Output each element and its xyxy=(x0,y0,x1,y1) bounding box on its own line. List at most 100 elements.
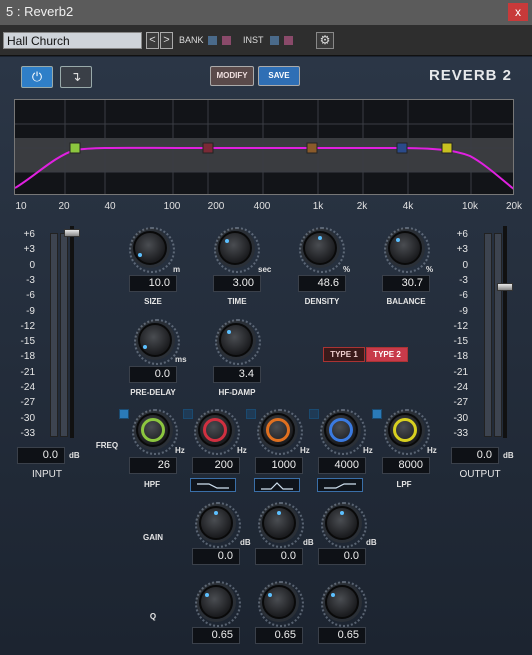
band1-freq-knob[interactable] xyxy=(194,409,240,455)
gear-icon[interactable]: ⚙ xyxy=(316,32,334,49)
freq-label-40: 40 xyxy=(104,201,116,212)
output-scale-label: -18 xyxy=(453,351,468,363)
band1-shape-button[interactable] xyxy=(190,478,236,492)
band2-freq-value[interactable]: 1000 xyxy=(255,457,303,474)
output-fader-track[interactable] xyxy=(503,226,507,438)
eq-node-hpf xyxy=(69,142,81,154)
predelay-value[interactable]: 0.0 xyxy=(129,366,177,383)
type2-button[interactable]: TYPE 2 xyxy=(366,347,408,362)
next-preset-button[interactable]: > xyxy=(160,32,173,49)
output-scale-label: -12 xyxy=(453,320,468,332)
band1-q-knob[interactable] xyxy=(195,581,241,627)
input-fader-handle[interactable] xyxy=(64,229,80,237)
balance-value[interactable]: 30.7 xyxy=(382,275,430,292)
band3-gain-value[interactable]: 0.0 xyxy=(318,548,366,565)
band2-freq-knob[interactable] xyxy=(257,409,303,455)
output-fader-handle[interactable] xyxy=(497,283,513,291)
inst-indicator-a[interactable] xyxy=(270,36,279,45)
output-value[interactable]: 0.0 xyxy=(451,447,499,464)
freq-label-1k: 1k xyxy=(312,201,324,212)
band1-gain-knob[interactable] xyxy=(195,502,241,548)
band3-shape-button[interactable] xyxy=(317,478,363,492)
lpf-freq-knob[interactable] xyxy=(384,409,430,455)
input-label: INPUT xyxy=(32,469,62,480)
time-value[interactable]: 3.00 xyxy=(213,275,261,292)
output-scale-label: -15 xyxy=(453,336,468,348)
power-icon[interactable]: ⏻ xyxy=(21,66,53,88)
input-scale-label: -15 xyxy=(20,336,35,348)
band3-gain-knob[interactable] xyxy=(321,502,367,548)
hfdamp-value[interactable]: 3.4 xyxy=(213,366,261,383)
hfdamp-label: HF-DAMP xyxy=(218,388,256,397)
modify-button[interactable]: MODIFY xyxy=(210,66,254,86)
output-scale-label: -3 xyxy=(459,274,468,286)
input-scale-label: +3 xyxy=(23,244,35,256)
output-scale-label: -24 xyxy=(453,382,468,393)
density-knob[interactable] xyxy=(299,227,345,273)
eq-band-shade xyxy=(15,138,513,172)
size-value[interactable]: 10.0 xyxy=(129,275,177,292)
band2-q-knob[interactable] xyxy=(258,581,304,627)
input-value[interactable]: 0.0 xyxy=(17,447,65,464)
hpf-freq-value[interactable]: 26 xyxy=(129,457,177,474)
lpf-freq-value[interactable]: 8000 xyxy=(382,457,430,474)
close-button[interactable]: x xyxy=(508,3,528,21)
input-scale-label: -24 xyxy=(20,382,35,393)
eq-graph[interactable] xyxy=(14,99,514,195)
freq-label-400: 400 xyxy=(253,201,271,212)
freq-row-label: FREQ xyxy=(95,441,119,450)
input-scale-label: -9 xyxy=(26,305,35,317)
hpf-enable-toggle[interactable] xyxy=(119,409,129,419)
input-scale-label: -3 xyxy=(26,274,35,286)
band1-enable-toggle[interactable] xyxy=(183,409,193,419)
band1-q-value[interactable]: 0.65 xyxy=(192,627,240,644)
gain-row-label: GAIN xyxy=(143,533,163,542)
predelay-knob[interactable] xyxy=(134,319,180,365)
output-unit: dB xyxy=(503,451,514,460)
output-scale-label: -21 xyxy=(453,366,468,378)
eq-node-band2 xyxy=(306,142,318,154)
input-fader-track[interactable] xyxy=(70,226,74,438)
band2-q-value[interactable]: 0.65 xyxy=(255,627,303,644)
save-button[interactable]: SAVE xyxy=(258,66,300,86)
output-scale-label: -6 xyxy=(459,290,468,302)
band3-freq-knob[interactable] xyxy=(320,409,366,455)
q-row-label: Q xyxy=(149,612,157,621)
time-knob[interactable] xyxy=(214,227,260,273)
window-title: 5 : Reverb2 xyxy=(6,4,74,19)
freq-label-10: 10 xyxy=(15,201,27,212)
preset-name-field[interactable]: Hall Church xyxy=(3,32,142,49)
input-scale-label: -33 xyxy=(20,427,35,439)
routing-arrow-icon[interactable]: ↴ xyxy=(60,66,92,88)
freq-label-20: 20 xyxy=(58,201,70,212)
band2-shape-button[interactable] xyxy=(254,478,300,492)
bank-indicator-b[interactable] xyxy=(222,36,231,45)
output-scale-label: -33 xyxy=(453,427,468,439)
prev-preset-button[interactable]: < xyxy=(146,32,159,49)
hfdamp-knob[interactable] xyxy=(215,319,261,365)
band2-gain-unit: dB xyxy=(303,538,314,547)
band3-enable-toggle[interactable] xyxy=(309,409,319,419)
hpf-freq-knob[interactable] xyxy=(132,409,178,455)
inst-label: INST xyxy=(243,35,264,45)
inst-indicator-b[interactable] xyxy=(284,36,293,45)
input-meter-left xyxy=(50,233,58,437)
balance-label: BALANCE xyxy=(386,297,426,306)
lpf-enable-toggle[interactable] xyxy=(372,409,382,419)
band2-enable-toggle[interactable] xyxy=(246,409,256,419)
band2-gain-value[interactable]: 0.0 xyxy=(255,548,303,565)
band3-freq-value[interactable]: 4000 xyxy=(318,457,366,474)
band2-gain-knob[interactable] xyxy=(258,502,304,548)
band3-q-value[interactable]: 0.65 xyxy=(318,627,366,644)
band3-freq-unit: Hz xyxy=(363,446,373,455)
balance-knob[interactable] xyxy=(384,227,430,273)
input-unit: dB xyxy=(69,451,80,460)
band1-freq-value[interactable]: 200 xyxy=(192,457,240,474)
size-knob[interactable] xyxy=(129,227,175,273)
output-scale-label: -30 xyxy=(453,412,468,424)
bank-indicator-a[interactable] xyxy=(208,36,217,45)
type1-button[interactable]: TYPE 1 xyxy=(323,347,365,362)
band1-gain-value[interactable]: 0.0 xyxy=(192,548,240,565)
band3-q-knob[interactable] xyxy=(321,581,367,627)
density-value[interactable]: 48.6 xyxy=(298,275,346,292)
